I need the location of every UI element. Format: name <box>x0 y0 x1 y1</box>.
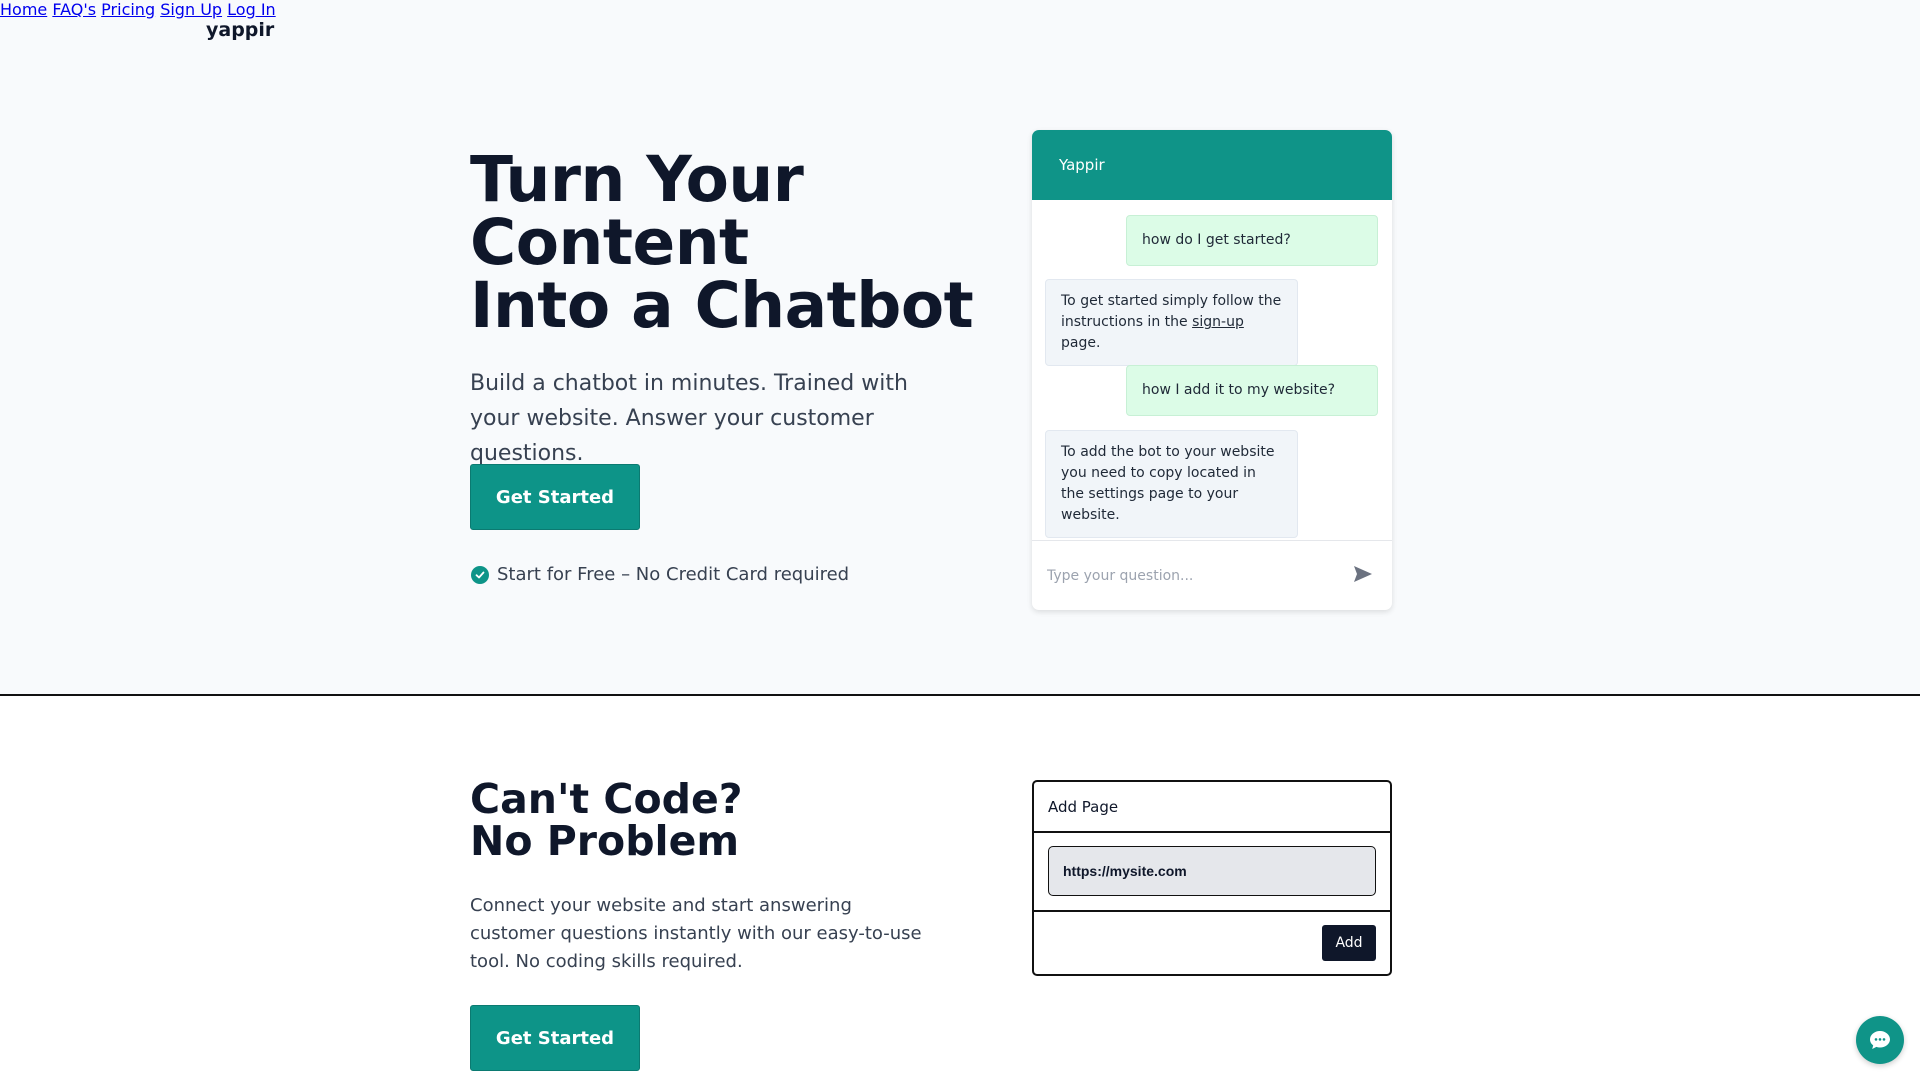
chat-message-user: how I add it to my website? <box>1126 365 1378 416</box>
chat-message-bot: To add the bot to your website you need … <box>1045 430 1298 538</box>
chat-header: Yappir <box>1032 130 1392 200</box>
get-started-button[interactable]: Get Started <box>470 464 640 530</box>
nav-pricing[interactable]: Pricing <box>101 0 155 19</box>
add-button[interactable]: Add <box>1322 925 1376 961</box>
chat-input-row <box>1032 540 1392 610</box>
free-note-text: Start for Free – No Credit Card required <box>497 564 850 585</box>
section2-title: Can't Code? No Problem <box>470 778 743 862</box>
nav-faqs[interactable]: FAQ's <box>52 0 96 19</box>
section2-title-line1: Can't Code? <box>470 775 743 823</box>
hero-subtitle: Build a chatbot in minutes. Trained with… <box>470 371 908 466</box>
logo[interactable]: yappir <box>206 19 274 41</box>
add-page-header: Add Page <box>1034 782 1390 833</box>
section2-title-line2: No Problem <box>470 817 740 865</box>
chat-demo-widget: Yappir how do I get started? To get star… <box>1032 130 1392 610</box>
nav-home[interactable]: Home <box>0 0 47 19</box>
send-icon[interactable] <box>1353 565 1373 587</box>
section2-subtitle: Connect your website and start answering… <box>470 895 922 972</box>
chat-message-user: how do I get started? <box>1126 215 1378 266</box>
add-page-card: Add Page Add <box>1032 780 1392 976</box>
sign-up-link[interactable]: sign-up <box>1192 314 1244 330</box>
add-page-body <box>1034 833 1390 912</box>
chat-question-input[interactable] <box>1045 567 1339 585</box>
check-circle-icon <box>471 565 489 584</box>
free-note: Start for Free – No Credit Card required <box>471 564 849 585</box>
chat-bubble-icon[interactable] <box>1856 1016 1904 1064</box>
nav-log-in[interactable]: Log In <box>227 0 276 19</box>
chat-message-bot: To get started simply follow the instruc… <box>1045 279 1298 366</box>
url-input[interactable] <box>1048 846 1376 896</box>
hero-title: Turn Your Content Into a Chatbot <box>470 148 974 337</box>
hero-title-line3: Into a Chatbot <box>470 269 974 342</box>
nav-sign-up[interactable]: Sign Up <box>160 0 222 19</box>
get-started-button-secondary[interactable]: Get Started <box>470 1005 640 1071</box>
chat-message-text: To get started simply follow the instruc… <box>1061 293 1282 330</box>
main-nav: Home FAQ's Pricing Sign Up Log In <box>0 0 1920 19</box>
chat-message-text: page. <box>1061 335 1101 351</box>
hero-section: yappir Home FAQ's Pricing Sign Up Log In… <box>0 0 1920 696</box>
